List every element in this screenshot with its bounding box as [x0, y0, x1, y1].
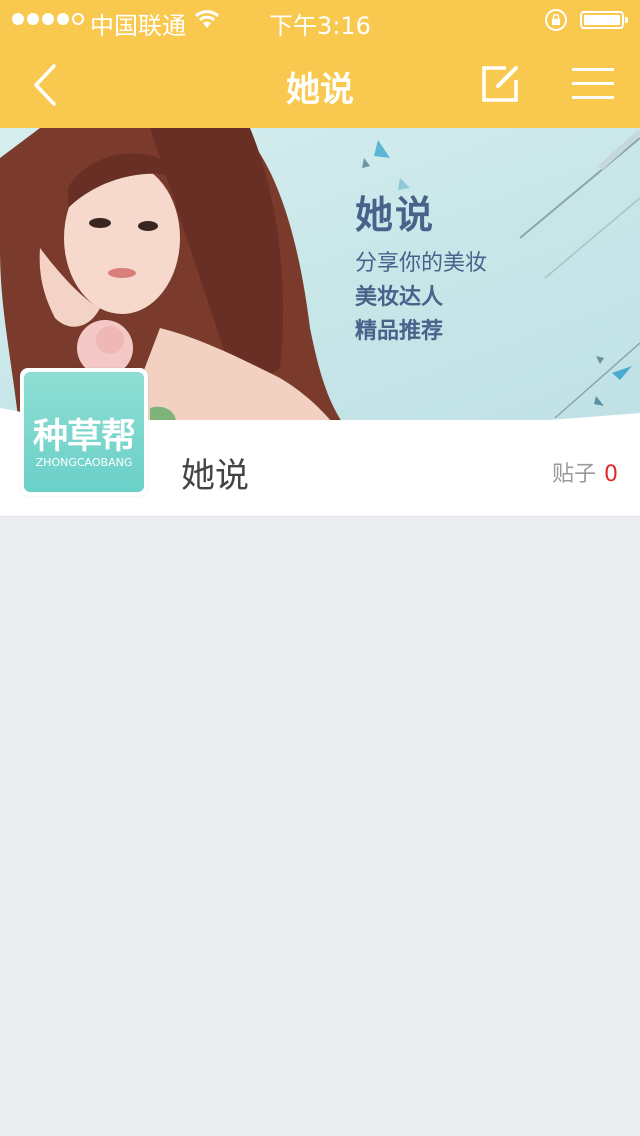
banner-text: 她说 分享你的美妆 美妆达人 精品推荐 — [355, 184, 487, 345]
posts-count: 0 — [604, 462, 618, 487]
group-avatar[interactable]: 种草帮 ZHONGCAOBANG — [20, 368, 148, 496]
back-chevron-icon — [34, 64, 56, 106]
nav-bar: 她说 — [0, 40, 640, 128]
group-name: 她说 — [181, 456, 249, 496]
banner-title: 她说 — [355, 193, 436, 237]
logo-subtext: ZHONGCAOBANG — [35, 456, 133, 469]
post-count: 贴子 0 — [552, 456, 618, 488]
menu-button[interactable] — [570, 66, 616, 102]
banner-line-1: 分享你的美妆 — [355, 251, 488, 276]
banner-line-2: 美妆达人 — [355, 285, 444, 310]
menu-icon — [572, 68, 614, 99]
battery-icon — [580, 11, 628, 29]
logo-text: 种草帮 — [32, 417, 136, 457]
page-title: 她说 — [286, 70, 354, 110]
status-bar: 中国联通 下午3:16 — [0, 0, 640, 40]
group-logo: 种草帮 ZHONGCAOBANG — [24, 372, 144, 492]
edit-icon — [482, 66, 518, 102]
compose-button[interactable] — [478, 64, 524, 104]
back-button[interactable] — [24, 60, 74, 110]
content-area — [0, 517, 640, 1136]
banner-line-3: 精品推荐 — [355, 319, 444, 344]
posts-label: 贴子 — [551, 462, 596, 487]
rotation-lock-icon — [545, 9, 567, 31]
